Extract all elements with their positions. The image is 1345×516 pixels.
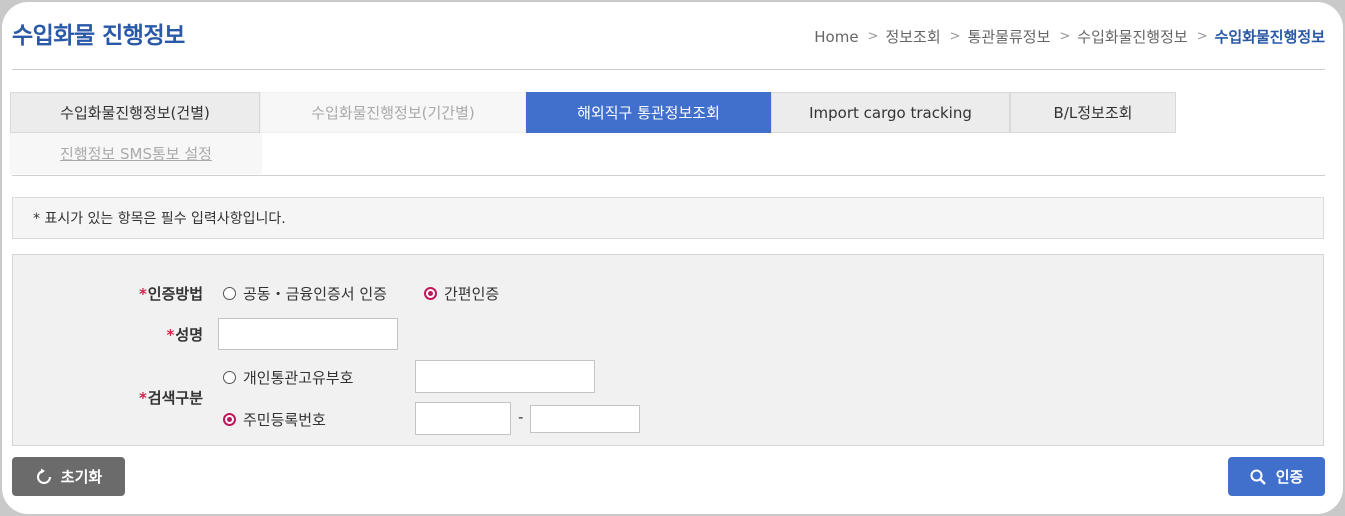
window-frame: 수입화물 진행정보 Home > 정보조회 > 통관물류정보 > 수입화물진행정… (0, 0, 1345, 516)
search-type-label-text: 검색구분 (147, 389, 203, 407)
breadcrumb-item[interactable]: 통관물류정보 (968, 26, 1051, 47)
rrn-front-input[interactable] (415, 402, 511, 435)
refresh-icon (36, 468, 51, 484)
radio-button[interactable] (223, 287, 236, 300)
reset-button[interactable]: 초기화 (12, 457, 125, 496)
tab-overseas-direct-purchase[interactable]: 해외직구 통관정보조회 (526, 92, 771, 133)
tab-sms-notification[interactable]: 진행정보 SMS통보 설정 (10, 133, 262, 174)
required-mark: * (138, 389, 147, 407)
radio-button-selected[interactable] (424, 287, 437, 300)
breadcrumb-current: 수입화물진행정보 (1214, 28, 1325, 46)
page-title: 수입화물 진행정보 (12, 23, 185, 49)
tabs-divider (12, 175, 1325, 176)
search-option-rrn-label: 주민등록번호 (243, 411, 326, 429)
chevron-right-icon: > (1059, 29, 1071, 44)
auth-method-label: *인증방법 (83, 283, 203, 304)
required-mark: * (138, 285, 147, 303)
chevron-right-icon: > (949, 29, 961, 44)
chevron-right-icon: > (867, 29, 879, 44)
auth-button-label: 인증 (1275, 468, 1304, 486)
breadcrumb-home[interactable]: Home (814, 28, 858, 46)
auth-method-label-text: 인증방법 (147, 285, 203, 303)
title-divider (12, 69, 1325, 70)
auth-option-simple[interactable]: 간편인증 (424, 283, 499, 304)
rrn-separator: - (518, 408, 524, 426)
name-input[interactable] (218, 318, 398, 350)
search-option-customs-code-label: 개인통관고유부호 (243, 369, 354, 387)
name-label-text: 성명 (175, 326, 203, 344)
radio-button[interactable] (223, 371, 236, 384)
search-option-customs-code[interactable]: 개인통관고유부호 (223, 367, 353, 388)
search-type-label: *검색구분 (83, 387, 203, 408)
breadcrumb-item[interactable]: 수입화물진행정보 (1077, 26, 1187, 47)
search-icon (1250, 469, 1266, 485)
tab-import-cargo-tracking[interactable]: Import cargo tracking (771, 92, 1010, 133)
tab-bl-info[interactable]: B/L정보조회 (1010, 92, 1176, 133)
tab-import-cargo-by-case[interactable]: 수입화물진행정보(건별) (10, 92, 260, 133)
search-option-rrn[interactable]: 주민등록번호 (223, 409, 326, 430)
reset-button-label: 초기화 (60, 468, 103, 486)
radio-button-selected[interactable] (223, 413, 236, 426)
content-panel: 수입화물 진행정보 Home > 정보조회 > 통관물류정보 > 수입화물진행정… (2, 2, 1343, 514)
auth-button[interactable]: 인증 (1228, 457, 1325, 496)
search-form: *인증방법 공동・금융인증서 인증 간편인증 *성명 *검색구분 개인통관고유부… (12, 254, 1324, 446)
name-label: *성명 (83, 324, 203, 345)
required-mark: * (166, 326, 175, 344)
auth-option-simple-label: 간편인증 (444, 285, 500, 303)
rrn-back-input[interactable] (530, 405, 640, 433)
customs-code-input[interactable] (415, 360, 595, 393)
breadcrumb: Home > 정보조회 > 통관물류정보 > 수입화물진행정보 > 수입화물진행… (814, 26, 1325, 47)
chevron-right-icon: > (1196, 29, 1208, 44)
auth-option-certificate-label: 공동・금융인증서 인증 (243, 285, 387, 303)
auth-option-certificate[interactable]: 공동・금융인증서 인증 (223, 283, 387, 304)
tab-import-cargo-by-period[interactable]: 수입화물진행정보(기간별) (260, 92, 526, 133)
breadcrumb-item[interactable]: 정보조회 (885, 26, 940, 47)
required-notice: * 표시가 있는 항목은 필수 입력사항입니다. (12, 197, 1324, 239)
